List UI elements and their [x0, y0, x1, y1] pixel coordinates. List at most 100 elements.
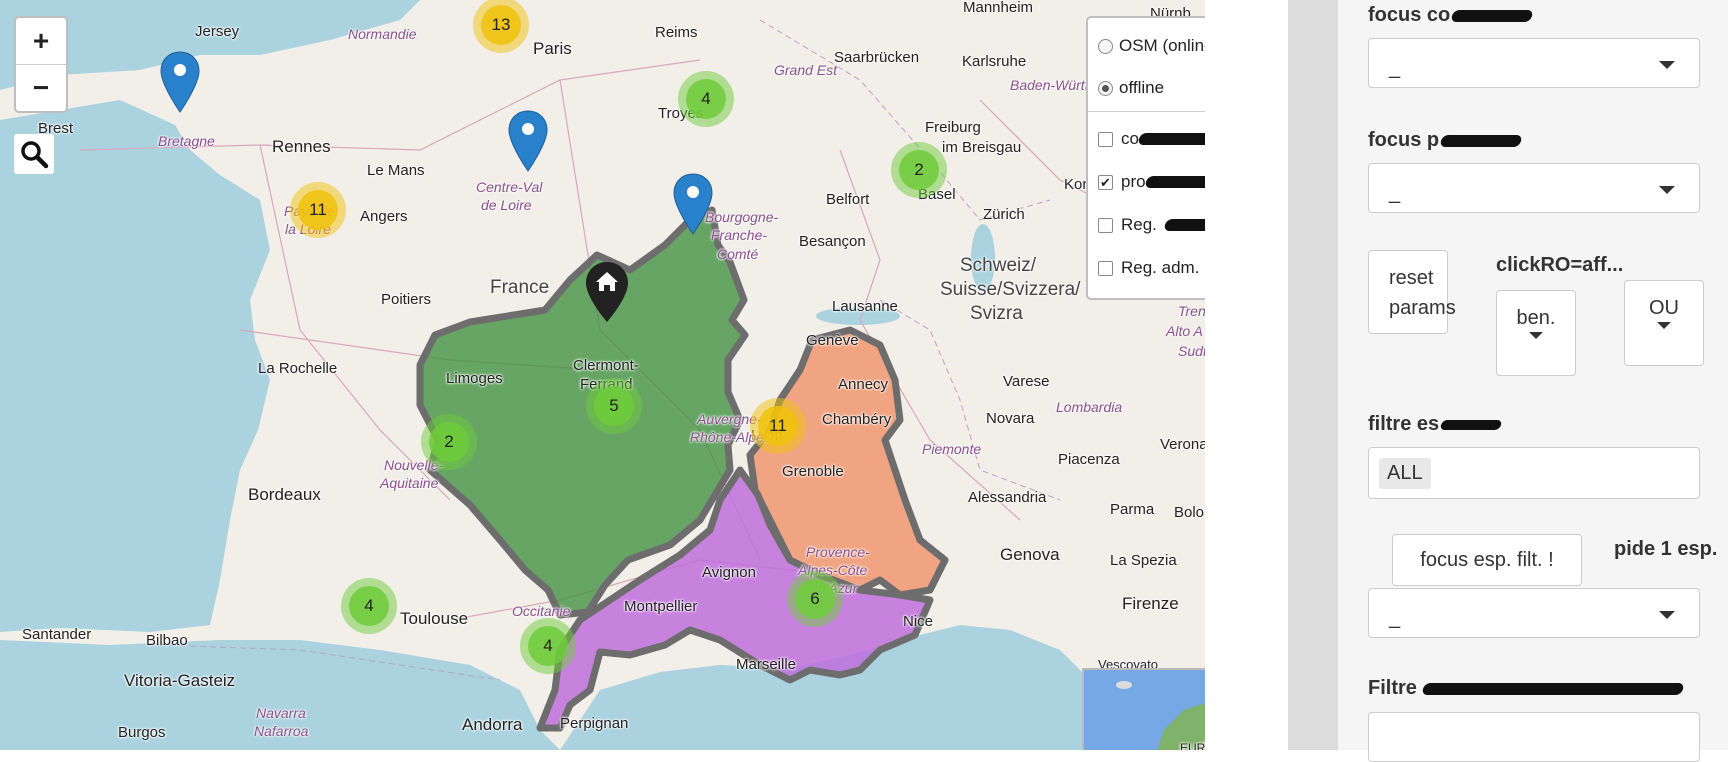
- cluster-count: 4: [528, 626, 568, 666]
- focus-p-label: focus p: [1368, 129, 1523, 152]
- base-layer-offline[interactable]: offline: [1098, 78, 1164, 98]
- home-marker-icon[interactable]: [585, 261, 629, 323]
- focus-co-label: focus co: [1368, 4, 1534, 27]
- city-label: Lausanne: [832, 298, 898, 315]
- chevron-down-icon: [1659, 186, 1675, 194]
- city-label: Reims: [655, 24, 698, 41]
- city-label: Rennes: [272, 137, 331, 156]
- checkbox[interactable]: [1098, 131, 1113, 147]
- city-label: Belfort: [826, 191, 870, 208]
- region-label: Bretagne: [158, 133, 215, 149]
- overlay-layer-label: Reg. adm.: [1121, 258, 1200, 277]
- city-label: Varese: [1003, 373, 1050, 390]
- cluster-marker[interactable]: 4: [520, 618, 576, 674]
- cluster-marker[interactable]: 11: [750, 398, 806, 454]
- overlay-layer[interactable]: ✔ pro: [1098, 172, 1205, 192]
- city-label: Burgos: [118, 724, 166, 741]
- region-label: Centre-Val: [476, 179, 543, 195]
- minimap-tiles: [1116, 681, 1205, 750]
- map-view[interactable]: France Schweiz/ Suisse/Svizzera/ Svizra …: [0, 0, 1205, 750]
- city-label: Freiburg: [925, 119, 981, 136]
- map-pin-marker[interactable]: [160, 51, 200, 113]
- region-label: Trent: [1178, 303, 1205, 319]
- pide-label: pide 1 esp.: [1614, 538, 1718, 560]
- region-label: Provence-: [806, 544, 870, 560]
- checkbox[interactable]: [1098, 260, 1113, 276]
- filtre-input[interactable]: [1368, 712, 1700, 762]
- city-label: Santander: [22, 626, 92, 643]
- redaction-scribble: [1421, 682, 1685, 695]
- cluster-count: 11: [298, 190, 338, 230]
- radio-button[interactable]: [1098, 80, 1113, 96]
- cluster-marker[interactable]: 2: [891, 142, 947, 198]
- cluster-count: 6: [795, 579, 835, 619]
- city-label: Marseille: [736, 656, 797, 673]
- city-label: La Rochelle: [258, 360, 338, 377]
- city-label: Limoges: [446, 370, 503, 387]
- cluster-marker[interactable]: 4: [341, 578, 397, 634]
- layer-separator: [1088, 111, 1205, 112]
- base-layer-osm[interactable]: OSM (online): [1098, 36, 1205, 56]
- overlay-layer[interactable]: Reg.: [1098, 215, 1205, 235]
- map-pin-marker[interactable]: [508, 110, 548, 172]
- zoom-control: + −: [14, 16, 68, 113]
- city-label: Bolo: [1174, 504, 1205, 521]
- map-pin-marker[interactable]: [673, 173, 713, 235]
- search-icon: [21, 141, 49, 169]
- cluster-count: 11: [758, 406, 798, 446]
- cluster-marker[interactable]: 11: [290, 182, 346, 238]
- overlay-layer[interactable]: co: [1098, 129, 1205, 149]
- city-label: Novara: [986, 410, 1035, 427]
- minimap[interactable]: EUROPE: [1082, 668, 1205, 750]
- region-label: Piemonte: [922, 441, 982, 457]
- country-label: Suisse/Svizzera/: [940, 279, 1081, 300]
- city-label: Perpignan: [560, 715, 629, 732]
- panel-gutter: [1288, 0, 1338, 750]
- city-label: Vitoria-Gasteiz: [124, 671, 236, 690]
- checkbox[interactable]: [1098, 217, 1113, 233]
- focus-p-select[interactable]: _: [1368, 163, 1700, 213]
- cluster-count: 4: [349, 586, 389, 626]
- city-label: Paris: [533, 39, 572, 58]
- city-label: La Spezia: [1110, 552, 1177, 569]
- focus-co-select[interactable]: _: [1368, 38, 1700, 88]
- zoom-in-button[interactable]: +: [16, 18, 66, 64]
- overlay-layer-label: pro: [1121, 172, 1146, 191]
- region-label: Comté: [717, 246, 759, 262]
- city-label: Clermont-: [573, 357, 639, 374]
- reset-params-button[interactable]: reset params: [1368, 250, 1456, 334]
- city-label: Besançon: [799, 233, 866, 250]
- overlay-layer[interactable]: Reg. adm.: [1098, 258, 1199, 278]
- region-label: Occitanie: [512, 603, 571, 619]
- pide-select[interactable]: _: [1368, 588, 1700, 638]
- city-label: Verona: [1160, 436, 1205, 453]
- country-label: France: [490, 277, 550, 298]
- select-value: _: [1389, 607, 1401, 629]
- cluster-marker[interactable]: 2: [421, 414, 477, 470]
- cluster-count: 5: [594, 386, 634, 426]
- focus-esp-filt-button[interactable]: focus esp. filt. !: [1392, 534, 1582, 586]
- region-label: Aquitaine: [380, 475, 439, 491]
- radio-button[interactable]: [1098, 38, 1113, 54]
- city-label: Le Mans: [367, 162, 425, 179]
- map-search-button[interactable]: [14, 134, 54, 174]
- chevron-down-icon: [1659, 61, 1675, 69]
- city-label: im Breisgau: [942, 139, 1022, 156]
- cluster-marker[interactable]: 5: [586, 378, 642, 434]
- cluster-marker[interactable]: 6: [787, 571, 843, 627]
- chevron-down-icon: [1659, 611, 1675, 619]
- city-label: Avignon: [702, 564, 756, 581]
- filtre-es-input[interactable]: ALL: [1368, 447, 1700, 499]
- base-layer-label: offline: [1119, 78, 1165, 97]
- filter-tag[interactable]: ALL: [1379, 458, 1431, 489]
- ou-select[interactable]: OU: [1624, 280, 1704, 366]
- region-label: Franche-: [711, 227, 768, 243]
- ben-select[interactable]: ben.: [1496, 290, 1576, 376]
- city-label: Zürich: [983, 206, 1025, 223]
- city-label: Bilbao: [146, 632, 188, 649]
- zoom-out-button[interactable]: −: [16, 64, 66, 111]
- cluster-marker[interactable]: 4: [678, 71, 734, 127]
- country-label: Svizra: [970, 303, 1023, 324]
- minimap-label: EUROPE: [1180, 741, 1205, 750]
- checkbox-checked[interactable]: ✔: [1098, 174, 1113, 190]
